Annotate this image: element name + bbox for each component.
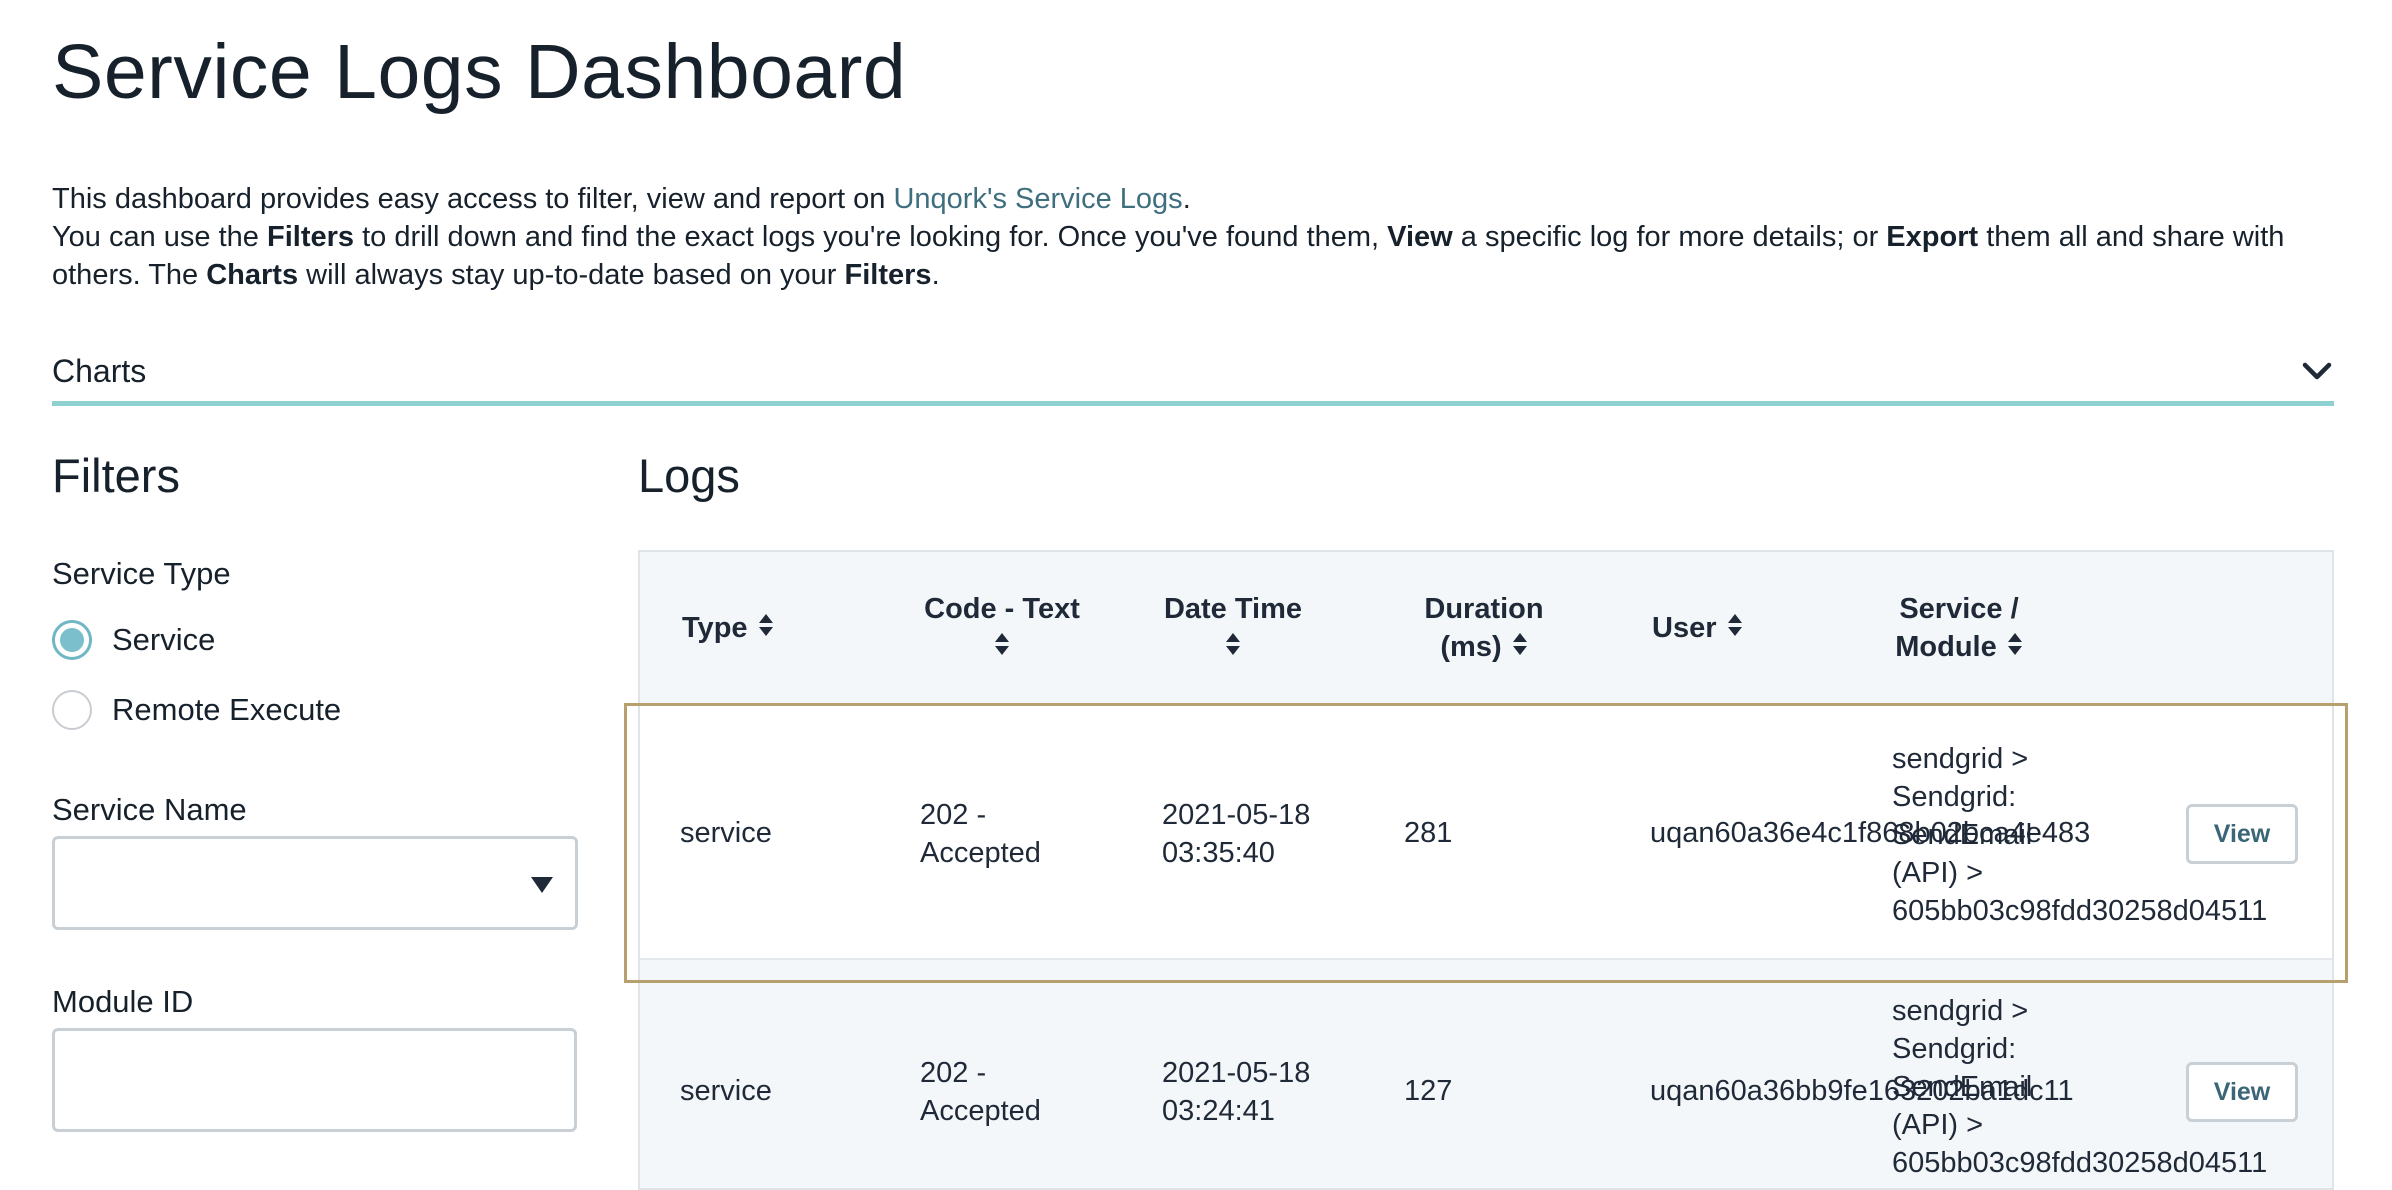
table-row[interactable]: service 202 - Accepted 2021-05-18 03:35:40… — [640, 704, 2332, 960]
header-line: Type — [682, 609, 774, 647]
intro-bold-filters-2: Filters — [844, 259, 932, 291]
radio-dot — [60, 628, 84, 652]
cell-line: 605bb03c98fdd30258d04511 — [1892, 895, 2268, 927]
intro-line-2: You can use the Filters to drill down an… — [52, 218, 2342, 294]
header-line — [902, 628, 1102, 666]
radio-service-label: Service — [112, 622, 216, 657]
sort-icon[interactable] — [2007, 628, 2023, 666]
cell-line: sendgrid > — [1892, 995, 2029, 1027]
module-id-input[interactable] — [52, 1028, 577, 1132]
column-header-type[interactable]: Type — [682, 552, 774, 704]
cell-line: 03:24:41 — [1162, 1095, 1275, 1127]
radio-service[interactable]: Service — [52, 620, 215, 660]
intro-line-1: This dashboard provides easy access to f… — [52, 180, 2342, 218]
logs-title: Logs — [638, 449, 740, 502]
cell-code-text: 202 - Accepted — [920, 796, 1041, 872]
caret-down-icon — [531, 877, 553, 898]
sort-icon[interactable] — [994, 628, 1010, 666]
intro-bold-export: Export — [1886, 221, 1979, 253]
header-text: Type — [682, 612, 748, 644]
cell-line: 605bb03c98fdd30258d04511 — [1892, 1147, 2268, 1179]
intro-text-span: will always stay up-to-date based on you… — [298, 259, 845, 291]
cell-line: Accepted — [920, 1095, 1041, 1127]
cell-line: 202 - — [920, 799, 987, 831]
service-logs-link[interactable]: Unqork's Service Logs — [893, 183, 1182, 215]
radio-remote-execute[interactable]: Remote Execute — [52, 690, 341, 730]
charts-label: Charts — [52, 353, 147, 389]
logs-table: Type Code - Text Date Time Duration (ms)… — [638, 550, 2334, 1190]
table-row[interactable]: service 202 - Accepted 2021-05-18 03:24:41… — [640, 962, 2332, 1188]
column-header-date-time[interactable]: Date Time — [1148, 552, 1318, 704]
chevron-down-icon[interactable] — [2300, 354, 2334, 388]
cell-line: 2021-05-18 — [1162, 799, 1311, 831]
header-text: Module — [1895, 631, 1997, 663]
intro-text-span: This dashboard provides easy access to f… — [52, 183, 894, 215]
cell-duration: 127 — [1404, 1075, 1453, 1107]
column-header-code-text[interactable]: Code - Text — [902, 552, 1102, 704]
cell-code-text: 202 - Accepted — [920, 1054, 1041, 1130]
cell-line: sendgrid > — [1892, 743, 2029, 775]
service-name-label: Service Name — [52, 792, 247, 827]
cell-date-time: 2021-05-18 03:35:40 — [1162, 796, 1310, 872]
cell-line: 2021-05-18 — [1162, 1057, 1311, 1089]
radio-checked-icon[interactable] — [52, 620, 92, 660]
intro-text-span: a specific log for more details; or — [1452, 221, 1887, 253]
header-line: Module — [1884, 628, 2034, 666]
page-title: Service Logs Dashboard — [52, 29, 907, 115]
radio-unchecked-icon[interactable] — [52, 690, 92, 730]
dashboard-page: Service Logs Dashboard This dashboard pr… — [0, 0, 2392, 1190]
sort-icon[interactable] — [758, 609, 774, 647]
header-text: Service / — [1899, 593, 2019, 625]
sort-icon[interactable] — [1727, 609, 1743, 647]
header-text: Code - Text — [924, 593, 1080, 625]
service-name-select[interactable] — [52, 836, 578, 930]
service-type-label: Service Type — [52, 556, 231, 591]
intro-bold-filters: Filters — [267, 221, 355, 253]
view-button[interactable]: View — [2186, 804, 2298, 864]
header-text: Date Time — [1163, 593, 1303, 625]
cell-type: service — [680, 817, 772, 849]
intro-text: This dashboard provides easy access to f… — [52, 180, 2342, 294]
intro-text-span: . — [931, 259, 940, 291]
column-header-service-module[interactable]: Service / Module — [1884, 552, 2034, 704]
header-line: User — [1652, 609, 1743, 647]
filters-title: Filters — [52, 449, 180, 502]
sort-icon[interactable] — [1225, 628, 1241, 666]
header-text: (ms) — [1440, 631, 1502, 663]
intro-text-span: You can use the — [52, 221, 267, 253]
cell-date-time: 2021-05-18 03:24:41 — [1162, 1054, 1310, 1130]
column-header-duration[interactable]: Duration (ms) — [1402, 552, 1566, 704]
header-text: User — [1652, 612, 1717, 644]
cell-line: 03:35:40 — [1162, 837, 1275, 869]
intro-text-span: . — [1182, 183, 1191, 215]
intro-text-span: to drill down and find the exact logs yo… — [354, 221, 1388, 253]
intro-bold-charts: Charts — [206, 259, 299, 291]
sort-icon[interactable] — [1512, 628, 1528, 666]
charts-accordion-header[interactable]: Charts — [52, 340, 2334, 406]
cell-type: service — [680, 1075, 772, 1107]
cell-line: 202 - — [920, 1057, 987, 1089]
header-line: (ms) — [1402, 628, 1566, 666]
table-header: Type Code - Text Date Time Duration (ms)… — [640, 552, 2332, 704]
header-line — [1148, 628, 1318, 666]
radio-remote-execute-label: Remote Execute — [112, 692, 342, 727]
view-button[interactable]: View — [2186, 1062, 2298, 1122]
cell-line: Accepted — [920, 837, 1041, 869]
cell-duration: 281 — [1404, 817, 1453, 849]
column-header-user[interactable]: User — [1652, 552, 1743, 704]
module-id-label: Module ID — [52, 984, 194, 1019]
intro-bold-view: View — [1387, 221, 1453, 253]
header-text: Duration — [1424, 593, 1544, 625]
